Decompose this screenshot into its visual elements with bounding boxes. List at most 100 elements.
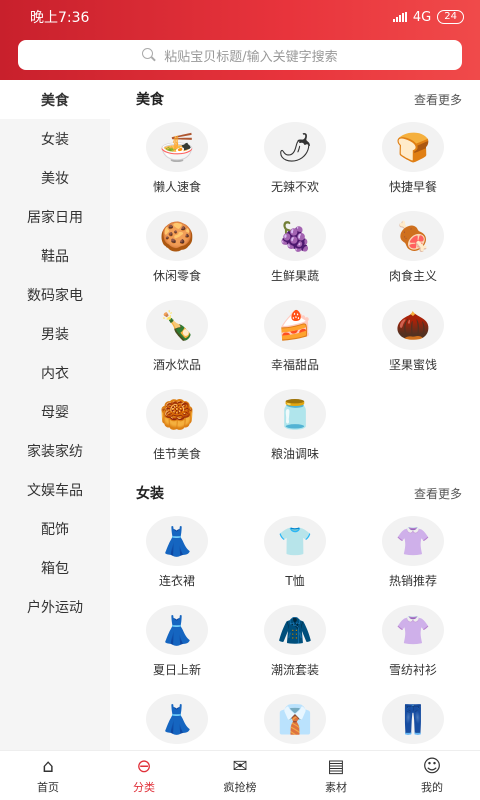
category-image: 🍜 bbox=[146, 122, 208, 172]
see-more-link[interactable]: 查看更多 bbox=[414, 485, 462, 502]
status-indicators: 4G 24 bbox=[392, 9, 464, 25]
nav-home[interactable]: ⌂ 首页 bbox=[0, 751, 96, 800]
sidebar-item[interactable]: 数码家电 bbox=[0, 275, 110, 314]
category-image: 🍾 bbox=[146, 300, 208, 350]
category-tile[interactable]: 👔 bbox=[236, 690, 354, 750]
category-tile[interactable]: 🍖 肉食主义 bbox=[354, 207, 472, 296]
nav-label: 首页 bbox=[37, 780, 59, 794]
category-grid: 🍜 懒人速食 🌶 无辣不欢 🍞 快捷早餐 🍪 休闲零食 🍇 生鲜果蔬 🍖 肉食主义 🍾 酒水饮品 🍰 幸福甜品… bbox=[110, 118, 480, 474]
sidebar-item[interactable]: 居家日用 bbox=[0, 197, 110, 236]
category-image: 🌶 bbox=[264, 122, 326, 172]
category-label: 热销推荐 bbox=[388, 574, 437, 588]
category-tile[interactable]: 👗 连衣裙 bbox=[118, 512, 236, 601]
category-tile[interactable]: 👚 热销推荐 bbox=[354, 512, 472, 601]
category-tile[interactable]: 🍾 酒水饮品 bbox=[118, 296, 236, 385]
sidebar-item[interactable]: 女装 bbox=[0, 119, 110, 158]
category-image: 🌰 bbox=[382, 300, 444, 350]
category-tile[interactable]: 🫙 粮油调味 bbox=[236, 385, 354, 474]
home-icon: ⌂ bbox=[42, 755, 54, 777]
sidebar-item[interactable]: 家装家纺 bbox=[0, 431, 110, 470]
sidebar-item[interactable]: 文娱车品 bbox=[0, 470, 110, 509]
category-tile[interactable]: 👖 bbox=[354, 690, 472, 750]
category-image: 🍖 bbox=[382, 211, 444, 261]
category-image: 🧥 bbox=[264, 605, 326, 655]
category-label: 酒水饮品 bbox=[152, 358, 201, 372]
nav-label: 疯抢榜 bbox=[223, 780, 257, 794]
category-image: 🍰 bbox=[264, 300, 326, 350]
category-tile[interactable]: 👗 夏日上新 bbox=[118, 601, 236, 690]
category-image: 🍇 bbox=[264, 211, 326, 261]
network-label: 4G bbox=[412, 9, 432, 25]
nav-profile[interactable]: ☺ 我的 bbox=[384, 751, 480, 800]
category-label: 休闲零食 bbox=[152, 269, 201, 283]
category-tile[interactable]: 🧥 潮流套装 bbox=[236, 601, 354, 690]
sidebar-item[interactable]: 鞋品 bbox=[0, 236, 110, 275]
category-tile[interactable]: 👕 T恤 bbox=[236, 512, 354, 601]
category-image: 🥮 bbox=[146, 389, 208, 439]
category-label: 懒人速食 bbox=[152, 180, 201, 194]
section-title: 美食 bbox=[136, 92, 164, 108]
nav-material[interactable]: ▤ 素材 bbox=[288, 751, 384, 800]
sidebar-item[interactable]: 配饰 bbox=[0, 509, 110, 548]
nav-label: 我的 bbox=[421, 780, 443, 794]
nav-label: 分类 bbox=[133, 780, 155, 794]
category-image: 👗 bbox=[146, 605, 208, 655]
sidebar-item[interactable]: 箱包 bbox=[0, 548, 110, 587]
status-bar: 晚上7:36 4G 24 bbox=[0, 0, 480, 34]
bottom-nav: ⌂ 首页 ⊖ 分类 ✉ 疯抢榜 ▤ 素材 ☺ 我的 bbox=[0, 750, 480, 800]
category-label: 夏日上新 bbox=[152, 663, 201, 677]
ranking-icon: ✉ bbox=[232, 755, 248, 777]
category-label: 粮油调味 bbox=[270, 447, 319, 461]
category-sidebar: 美食 女装 美妆 居家日用 鞋品 数码家电 男装 内衣 母婴 家装家纺 文娱车品 配饰 箱包 户外运动 bbox=[0, 80, 110, 750]
category-label: 佳节美食 bbox=[152, 447, 201, 461]
battery-indicator: 24 bbox=[437, 10, 464, 24]
category-label: 潮流套装 bbox=[270, 663, 319, 677]
category-label: 生鲜果蔬 bbox=[270, 269, 319, 283]
category-tile[interactable]: 🌰 坚果蜜饯 bbox=[354, 296, 472, 385]
category-tile[interactable]: 🍞 快捷早餐 bbox=[354, 118, 472, 207]
category-tile[interactable]: 🍪 休闲零食 bbox=[118, 207, 236, 296]
nav-category[interactable]: ⊖ 分类 bbox=[96, 751, 192, 800]
sidebar-item[interactable]: 男装 bbox=[0, 314, 110, 353]
sidebar-item[interactable]: 美妆 bbox=[0, 158, 110, 197]
category-label: 肉食主义 bbox=[388, 269, 437, 283]
nav-ranking[interactable]: ✉ 疯抢榜 bbox=[192, 751, 288, 800]
category-image: 👗 bbox=[146, 516, 208, 566]
category-image: 👔 bbox=[264, 694, 326, 744]
sidebar-item[interactable]: 户外运动 bbox=[0, 587, 110, 626]
sidebar-item[interactable]: 美食 bbox=[0, 80, 110, 119]
category-label: 幸福甜品 bbox=[270, 358, 319, 372]
section-title: 女装 bbox=[136, 486, 164, 502]
signal-icon bbox=[392, 12, 407, 22]
profile-icon: ☺ bbox=[422, 755, 442, 777]
search-input[interactable]: 粘贴宝贝标题/输入关键字搜索 bbox=[18, 40, 462, 70]
section-header: 美食 查看更多 bbox=[110, 80, 480, 118]
search-icon bbox=[142, 48, 156, 62]
material-icon: ▤ bbox=[327, 755, 345, 777]
header: 晚上7:36 4G 24 粘贴宝贝标题/输入关键字搜索 bbox=[0, 0, 480, 80]
sidebar-item[interactable]: 母婴 bbox=[0, 392, 110, 431]
category-tile[interactable]: 🍰 幸福甜品 bbox=[236, 296, 354, 385]
see-more-link[interactable]: 查看更多 bbox=[414, 91, 462, 108]
sidebar-item[interactable]: 内衣 bbox=[0, 353, 110, 392]
search-placeholder: 粘贴宝贝标题/输入关键字搜索 bbox=[164, 49, 338, 65]
category-content: 美食 查看更多 🍜 懒人速食 🌶 无辣不欢 🍞 快捷早餐 🍪 休闲零食 🍇 生鲜果蔬 🍖 肉食主义 🍾 酒水饮… bbox=[110, 80, 480, 750]
category-tile[interactable]: 🍇 生鲜果蔬 bbox=[236, 207, 354, 296]
nav-label: 素材 bbox=[325, 780, 347, 794]
category-tile[interactable]: 🍜 懒人速食 bbox=[118, 118, 236, 207]
category-tile[interactable]: 🥮 佳节美食 bbox=[118, 385, 236, 474]
category-label: 雪纺衬衫 bbox=[388, 663, 437, 677]
category-label: T恤 bbox=[285, 574, 305, 588]
category-image: 🍪 bbox=[146, 211, 208, 261]
category-image: 👕 bbox=[264, 516, 326, 566]
category-image: 🫙 bbox=[264, 389, 326, 439]
category-label: 坚果蜜饯 bbox=[388, 358, 437, 372]
category-tile[interactable]: 🌶 无辣不欢 bbox=[236, 118, 354, 207]
category-grid: 👗 连衣裙 👕 T恤 👚 热销推荐 👗 夏日上新 🧥 潮流套装 👚 雪纺衬衫 👗 👔 👖 bbox=[110, 512, 480, 750]
category-tile[interactable]: 👚 雪纺衬衫 bbox=[354, 601, 472, 690]
category-image: 🍞 bbox=[382, 122, 444, 172]
category-label: 无辣不欢 bbox=[270, 180, 319, 194]
category-tile[interactable]: 👗 bbox=[118, 690, 236, 750]
category-icon: ⊖ bbox=[136, 755, 152, 777]
category-image: 👖 bbox=[382, 694, 444, 744]
